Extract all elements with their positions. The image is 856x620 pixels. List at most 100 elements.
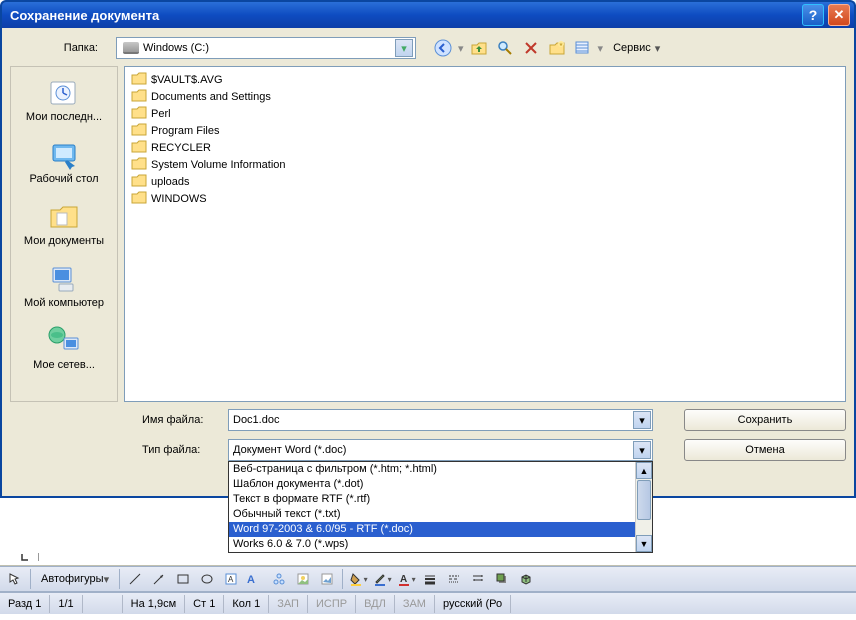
search-icon[interactable] bbox=[494, 37, 516, 59]
dropdown-scrollbar[interactable]: ▲ ▼ bbox=[635, 462, 652, 552]
back-icon[interactable] bbox=[432, 37, 454, 59]
list-item[interactable]: Perl bbox=[129, 105, 841, 122]
folder-icon bbox=[131, 173, 147, 190]
status-ext[interactable]: ВДЛ bbox=[356, 595, 395, 613]
folder-icon bbox=[131, 88, 147, 105]
place-label: Рабочий стол bbox=[18, 173, 110, 185]
titlebar: Сохранение документа ? ✕ bbox=[0, 0, 856, 28]
mid-row: Мои последн... Рабочий стол Мои документ… bbox=[10, 66, 846, 402]
filename-input[interactable]: Doc1.doc ▾ bbox=[228, 409, 653, 431]
scroll-up-icon[interactable]: ▲ bbox=[636, 462, 652, 479]
textbox-icon[interactable]: A bbox=[220, 568, 242, 590]
arrow-style-icon[interactable] bbox=[467, 568, 489, 590]
diagram-icon[interactable] bbox=[268, 568, 290, 590]
list-item[interactable]: RECYCLER bbox=[129, 139, 841, 156]
save-dialog: Папка: Windows (C:) ▾ ▾ ★ bbox=[0, 28, 856, 498]
status-ovr[interactable]: ЗАМ bbox=[395, 595, 435, 613]
dash-style-icon[interactable] bbox=[443, 568, 465, 590]
file-name: WINDOWS bbox=[151, 193, 207, 205]
close-button[interactable]: ✕ bbox=[828, 4, 850, 26]
cancel-button[interactable]: Отмена bbox=[684, 439, 846, 461]
autoshapes-button[interactable]: Автофигуры bbox=[35, 568, 115, 590]
chevron-down-icon[interactable]: ▾ bbox=[633, 441, 651, 459]
fill-color-icon[interactable] bbox=[347, 568, 369, 590]
filetype-option[interactable]: Текст в формате RTF (*.rtf) bbox=[229, 492, 652, 507]
filetype-option[interactable]: Веб-страница с фильтром (*.htm; *.html) bbox=[229, 462, 652, 477]
file-list[interactable]: $VAULT$.AVG Documents and Settings Perl … bbox=[124, 66, 846, 402]
place-desktop[interactable]: Рабочий стол bbox=[16, 133, 112, 189]
scroll-thumb[interactable] bbox=[637, 480, 651, 520]
status-rec[interactable]: ЗАП bbox=[269, 595, 308, 613]
autoshapes-label: Автофигуры bbox=[41, 573, 104, 585]
line-color-icon[interactable] bbox=[371, 568, 393, 590]
line-icon[interactable] bbox=[124, 568, 146, 590]
status-pages: 1/1 bbox=[50, 595, 82, 613]
filetype-option[interactable]: Обычный текст (*.txt) bbox=[229, 507, 652, 522]
status-fix[interactable]: ИСПР bbox=[308, 595, 356, 613]
folder-icon bbox=[131, 139, 147, 156]
place-label: Мой компьютер bbox=[18, 297, 110, 309]
place-mydocs[interactable]: Мои документы bbox=[16, 195, 112, 251]
file-name: System Volume Information bbox=[151, 159, 286, 171]
status-lang[interactable]: русский (Ро bbox=[435, 595, 511, 613]
list-item[interactable]: $VAULT$.AVG bbox=[129, 71, 841, 88]
new-folder-icon[interactable]: ★ bbox=[546, 37, 568, 59]
filetype-option[interactable]: Шаблон документа (*.dot) bbox=[229, 477, 652, 492]
list-item[interactable]: Program Files bbox=[129, 122, 841, 139]
filetype-option[interactable]: Works 6.0 & 7.0 (*.wps) bbox=[229, 537, 652, 552]
svg-text:A: A bbox=[228, 575, 234, 584]
drawing-toolbar: Автофигуры A A A bbox=[0, 566, 856, 592]
file-name: Program Files bbox=[151, 125, 219, 137]
arrow-icon[interactable] bbox=[148, 568, 170, 590]
filename-row: Имя файла: Doc1.doc ▾ Сохранить bbox=[10, 408, 846, 432]
service-label: Сервис bbox=[613, 42, 651, 54]
folder-row: Папка: Windows (C:) ▾ ▾ ★ bbox=[10, 34, 846, 62]
folder-combo[interactable]: Windows (C:) ▾ bbox=[116, 37, 416, 59]
folder-icon bbox=[131, 156, 147, 173]
views-icon[interactable] bbox=[572, 37, 594, 59]
place-mycomputer[interactable]: Мой компьютер bbox=[16, 257, 112, 313]
drive-icon bbox=[123, 42, 139, 54]
place-recent[interactable]: Мои последн... bbox=[16, 71, 112, 127]
file-name: Documents and Settings bbox=[151, 91, 271, 103]
status-section: Разд 1 bbox=[0, 595, 50, 613]
up-one-level-icon[interactable] bbox=[468, 37, 490, 59]
wordart-icon[interactable]: A bbox=[244, 568, 266, 590]
place-label: Мое сетев... bbox=[18, 359, 110, 371]
delete-icon[interactable] bbox=[520, 37, 542, 59]
rectangle-icon[interactable] bbox=[172, 568, 194, 590]
status-at: На 1,9см bbox=[123, 595, 185, 613]
help-button[interactable]: ? bbox=[802, 4, 824, 26]
list-item[interactable]: System Volume Information bbox=[129, 156, 841, 173]
file-name: Perl bbox=[151, 108, 171, 120]
file-name: RECYCLER bbox=[151, 142, 211, 154]
oval-icon[interactable] bbox=[196, 568, 218, 590]
save-button[interactable]: Сохранить bbox=[684, 409, 846, 431]
pointer-icon[interactable] bbox=[4, 568, 26, 590]
list-item[interactable]: WINDOWS bbox=[129, 190, 841, 207]
tab-stop-icon[interactable] bbox=[20, 552, 30, 562]
place-label: Мои документы bbox=[18, 235, 110, 247]
folder-icon bbox=[131, 71, 147, 88]
filetype-combo[interactable]: Документ Word (*.doc) ▾ bbox=[228, 439, 653, 461]
list-item[interactable]: uploads bbox=[129, 173, 841, 190]
filetype-dropdown[interactable]: Веб-страница с фильтром (*.htm; *.html) … bbox=[228, 461, 653, 553]
svg-text:★: ★ bbox=[558, 42, 563, 48]
list-item[interactable]: Documents and Settings bbox=[129, 88, 841, 105]
place-network[interactable]: Мое сетев... bbox=[16, 319, 112, 375]
chevron-down-icon[interactable]: ▾ bbox=[395, 39, 413, 57]
folder-icon bbox=[131, 190, 147, 207]
picture-icon[interactable] bbox=[316, 568, 338, 590]
status-blank bbox=[83, 595, 123, 613]
filetype-option-selected[interactable]: Word 97-2003 & 6.0/95 - RTF (*.doc) bbox=[229, 522, 652, 537]
folder-label: Папка: bbox=[10, 42, 108, 54]
3d-icon[interactable] bbox=[515, 568, 537, 590]
service-button[interactable]: Сервис bbox=[607, 37, 666, 59]
scroll-down-icon[interactable]: ▼ bbox=[636, 535, 652, 552]
line-weight-icon[interactable] bbox=[419, 568, 441, 590]
clipart-icon[interactable] bbox=[292, 568, 314, 590]
font-color-icon[interactable]: A bbox=[395, 568, 417, 590]
file-name: uploads bbox=[151, 176, 190, 188]
shadow-icon[interactable] bbox=[491, 568, 513, 590]
chevron-down-icon[interactable]: ▾ bbox=[633, 411, 651, 429]
